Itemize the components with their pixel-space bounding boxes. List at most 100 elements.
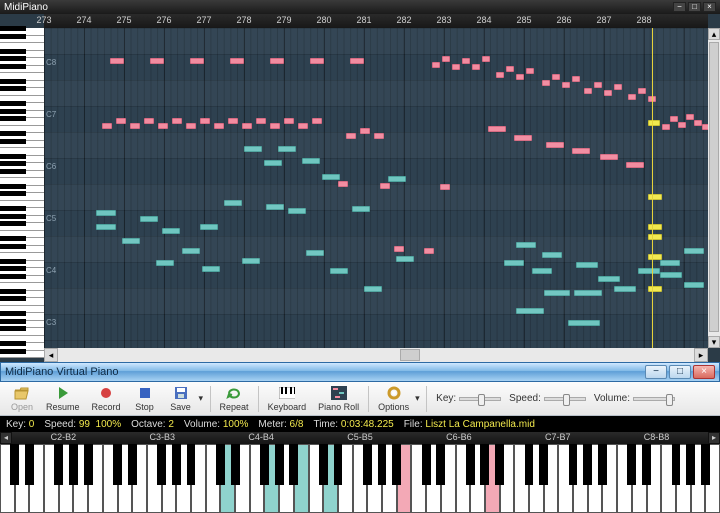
midi-note[interactable]	[552, 74, 560, 80]
black-key[interactable]	[583, 444, 592, 485]
midi-note[interactable]	[302, 158, 320, 164]
piano-roll-keys[interactable]	[0, 28, 44, 348]
midi-note[interactable]	[472, 64, 480, 70]
black-key[interactable]	[495, 444, 504, 485]
vp-minimize-button[interactable]: −	[645, 365, 667, 379]
midi-note[interactable]	[604, 90, 612, 96]
black-key[interactable]	[480, 444, 489, 485]
black-key[interactable]	[113, 444, 122, 485]
black-key[interactable]	[128, 444, 137, 485]
midi-note[interactable]	[122, 238, 140, 244]
black-key[interactable]	[25, 444, 34, 485]
midi-note[interactable]	[270, 123, 280, 129]
midi-note[interactable]	[462, 58, 470, 64]
midi-note[interactable]	[228, 118, 238, 124]
midi-note[interactable]	[440, 184, 450, 190]
midi-note[interactable]	[648, 234, 662, 240]
midi-note[interactable]	[424, 248, 434, 254]
midi-note[interactable]	[686, 114, 694, 120]
midi-note[interactable]	[506, 66, 514, 72]
piano-roll-scrollbar-horizontal[interactable]: ◂ ▸	[44, 348, 708, 362]
scroll-left-arrow[interactable]: ◂	[44, 348, 58, 362]
black-key[interactable]	[686, 444, 695, 485]
midi-note[interactable]	[156, 260, 174, 266]
black-key[interactable]	[260, 444, 269, 485]
scroll-h-thumb[interactable]	[400, 349, 420, 361]
midi-note[interactable]	[660, 260, 680, 266]
vp-close-button[interactable]: ×	[693, 365, 715, 379]
minimize-button[interactable]: −	[673, 2, 686, 12]
midi-note[interactable]	[662, 124, 670, 130]
midi-note[interactable]	[648, 224, 662, 230]
midi-note[interactable]	[306, 250, 324, 256]
scroll-right-arrow[interactable]: ▸	[694, 348, 708, 362]
midi-note[interactable]	[186, 123, 196, 129]
midi-note[interactable]	[488, 126, 506, 132]
black-key[interactable]	[598, 444, 607, 485]
black-key[interactable]	[157, 444, 166, 485]
midi-note[interactable]	[516, 74, 524, 80]
midi-note[interactable]	[242, 123, 252, 129]
midi-note[interactable]	[638, 268, 660, 274]
midi-note[interactable]	[614, 286, 636, 292]
midi-note[interactable]	[380, 183, 390, 189]
midi-note[interactable]	[256, 118, 266, 124]
midi-note[interactable]	[542, 80, 550, 86]
black-key[interactable]	[539, 444, 548, 485]
midi-note[interactable]	[598, 276, 620, 282]
black-key[interactable]	[54, 444, 63, 485]
open-button[interactable]: Open	[4, 384, 40, 413]
dropdown-icon[interactable]: ▾	[415, 393, 423, 404]
midi-note[interactable]	[396, 256, 414, 262]
midi-note[interactable]	[312, 118, 322, 124]
midi-note[interactable]	[594, 82, 602, 88]
midi-note[interactable]	[660, 272, 682, 278]
midi-note[interactable]	[322, 174, 340, 180]
options-button[interactable]: Options	[372, 384, 415, 413]
midi-note[interactable]	[568, 320, 600, 326]
octave-left-arrow[interactable]: ◂	[0, 432, 12, 444]
midi-note[interactable]	[230, 58, 244, 64]
virtual-keyboard[interactable]	[0, 444, 720, 513]
black-key[interactable]	[231, 444, 240, 485]
piano-roll-scrollbar-vertical[interactable]: ▴ ▾	[708, 28, 720, 348]
midi-note[interactable]	[266, 204, 284, 210]
midi-note[interactable]	[102, 123, 112, 129]
black-key[interactable]	[436, 444, 445, 485]
midi-note[interactable]	[628, 94, 636, 100]
midi-note[interactable]	[638, 88, 646, 94]
black-key[interactable]	[84, 444, 93, 485]
midi-note[interactable]	[172, 118, 182, 124]
midi-note[interactable]	[542, 252, 562, 258]
midi-note[interactable]	[346, 133, 356, 139]
measure-ruler[interactable]: 2732742752762772782792802812822832842852…	[44, 14, 708, 28]
midi-note[interactable]	[504, 260, 524, 266]
midi-note[interactable]	[546, 142, 564, 148]
midi-note[interactable]	[600, 154, 618, 160]
record-button[interactable]: Record	[86, 384, 127, 413]
resume-button[interactable]: Resume	[40, 384, 86, 413]
midi-note[interactable]	[670, 116, 678, 122]
midi-note[interactable]	[516, 242, 536, 248]
octave-right-arrow[interactable]: ▸	[708, 432, 720, 444]
keyboard-button[interactable]: Keyboard	[262, 384, 313, 413]
midi-note[interactable]	[562, 82, 570, 88]
midi-note[interactable]	[532, 268, 552, 274]
midi-note[interactable]	[330, 268, 348, 274]
midi-note[interactable]	[96, 224, 116, 230]
black-key[interactable]	[378, 444, 387, 485]
midi-note[interactable]	[130, 123, 140, 129]
midi-note[interactable]	[574, 290, 602, 296]
midi-note[interactable]	[452, 64, 460, 70]
black-key[interactable]	[216, 444, 225, 485]
black-key[interactable]	[187, 444, 196, 485]
black-key[interactable]	[275, 444, 284, 485]
midi-note[interactable]	[182, 248, 200, 254]
midi-note[interactable]	[544, 290, 570, 296]
midi-note[interactable]	[352, 206, 370, 212]
midi-note[interactable]	[224, 200, 242, 206]
midi-note[interactable]	[514, 135, 532, 141]
volume-slider[interactable]	[633, 397, 675, 401]
midi-note[interactable]	[442, 56, 450, 62]
midi-note[interactable]	[388, 176, 406, 182]
